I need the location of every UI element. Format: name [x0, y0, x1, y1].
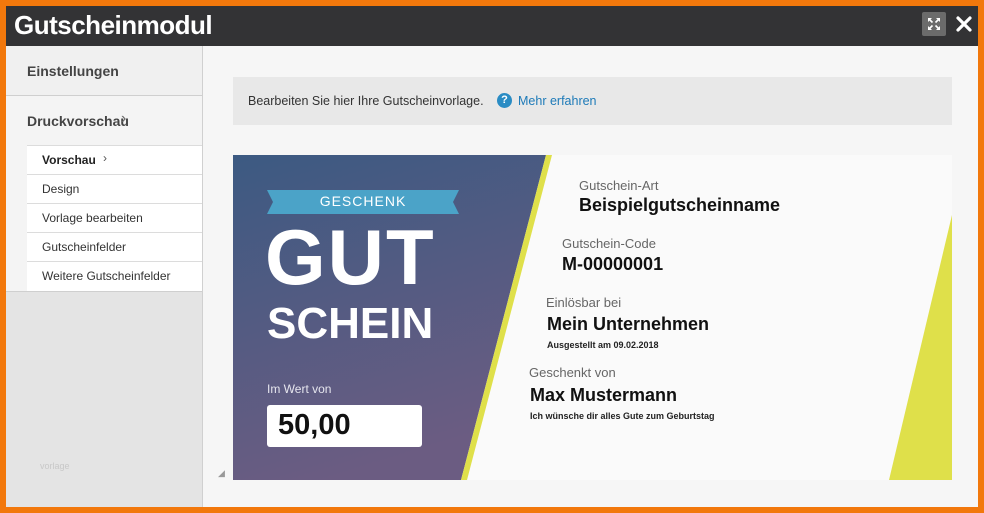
sidebar-subitem-weitere-gutscheinfelder[interactable]: Weitere Gutscheinfelder [27, 261, 202, 291]
sidebar-subitem-label: Weitere Gutscheinfelder [42, 269, 171, 283]
sidebar-subitem-vorlage-bearbeiten[interactable]: Vorlage bearbeiten [27, 203, 202, 233]
sidebar-subitem-label: Vorlage bearbeiten [42, 211, 143, 225]
sidebar-subitem-label: Design [42, 182, 80, 196]
close-icon [956, 16, 972, 32]
sidebar-subitem-gutscheinfelder[interactable]: Gutscheinfelder [27, 232, 202, 262]
voucher-code-label: Gutschein-Code [562, 236, 656, 251]
learn-more-link[interactable]: Mehr erfahren [518, 94, 597, 108]
voucher-preview: GESCHENK GUT SCHEIN Im Wert von 50,00 Gu… [233, 155, 952, 480]
voucher-type-value: Beispielgutscheinname [579, 195, 781, 215]
sidebar-subitem-vorschau[interactable]: Vorschau › [27, 145, 202, 175]
sidebar-item-label: Einstellungen [27, 63, 119, 79]
divider [6, 291, 202, 292]
close-button[interactable] [952, 12, 976, 36]
info-text: Bearbeiten Sie hier Ihre Gutscheinvorlag… [248, 94, 484, 108]
gutscheinmodul-window: Gutscheinmodul Einstellungen Druckvorsch… [6, 6, 978, 507]
voucher-value-label: Im Wert von [267, 382, 332, 396]
voucher-code-value: M-00000001 [562, 254, 664, 274]
sidebar-subitem-label: Vorschau [42, 153, 96, 167]
chevron-right-icon: › [121, 110, 127, 127]
voucher-type-label: Gutschein-Art [579, 178, 659, 193]
sidebar-item-einstellungen[interactable]: Einstellungen [6, 46, 202, 96]
sidebar-subitem-design[interactable]: Design [27, 174, 202, 204]
sidebar: Einstellungen Druckvorschau › Vorschau ›… [6, 46, 203, 507]
sidebar-submenu: Vorschau › Design Vorlage bearbeiten Gut… [6, 145, 202, 291]
title-bar: Gutscheinmodul [6, 6, 978, 46]
window-title: Gutscheinmodul [14, 10, 213, 40]
voucher-issued-date: Ausgestellt am 09.02.2018 [547, 340, 659, 350]
info-bar: Bearbeiten Sie hier Ihre Gutscheinvorlag… [233, 77, 952, 125]
voucher-ribbon-text: GESCHENK [319, 193, 407, 209]
chevron-right-icon: › [103, 151, 107, 165]
voucher-title-line2: SCHEIN [267, 299, 434, 348]
voucher-redeem-value: Mein Unternehmen [547, 314, 710, 334]
voucher-redeem-label: Einlösbar bei [546, 295, 622, 310]
voucher-from-value: Max Mustermann [530, 385, 678, 405]
sidebar-footer-text: vorlage [40, 461, 70, 471]
sidebar-item-label: Druckvorschau [27, 113, 129, 129]
voucher-title-line1: GUT [265, 213, 436, 301]
voucher-message: Ich wünsche dir alles Gute zum Geburtsta… [530, 411, 715, 421]
resize-handle-icon[interactable]: ◢ [218, 468, 225, 479]
sidebar-subitem-label: Gutscheinfelder [42, 240, 127, 254]
sidebar-item-druckvorschau[interactable]: Druckvorschau › [6, 96, 202, 145]
expand-icon [928, 18, 940, 30]
voucher-value: 50,00 [278, 409, 351, 441]
maximize-button[interactable] [922, 12, 946, 36]
voucher-from-label: Geschenkt von [529, 365, 616, 380]
help-icon[interactable]: ? [497, 93, 512, 108]
